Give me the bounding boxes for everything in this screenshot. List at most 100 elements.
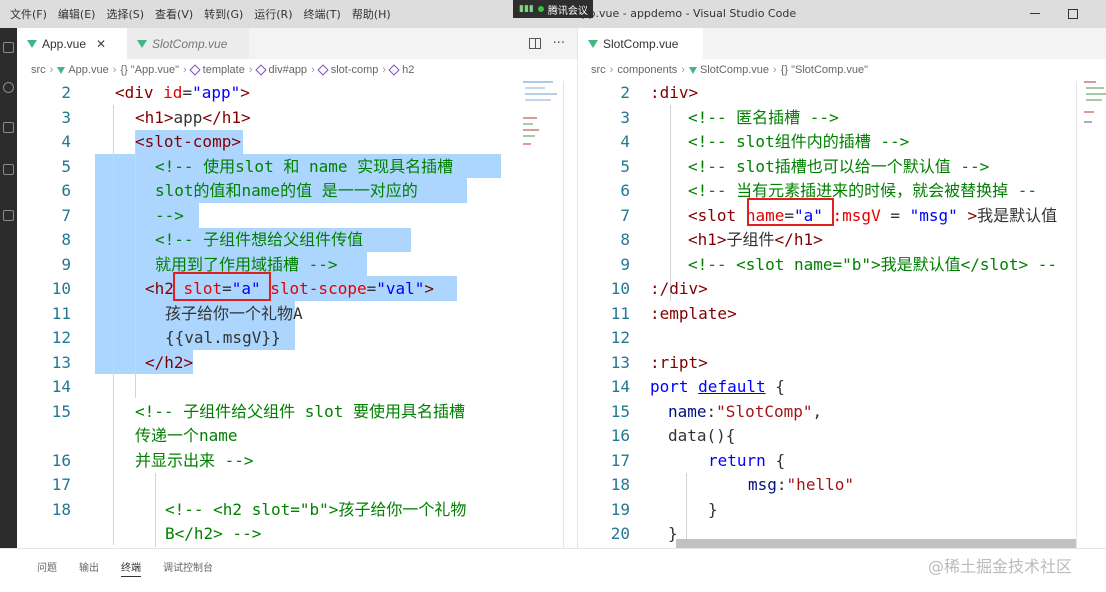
code-line: 11 孩子给你一个礼物A — [17, 302, 577, 327]
line-number: 19 — [610, 499, 630, 519]
tab-label: SlotComp.vue — [152, 36, 228, 51]
code-editor-right[interactable]: 2:div> 3 <!-- 匿名插槽 --> 4 <!-- slot组件内的插槽 -… — [578, 81, 1106, 548]
chevron-right-icon: › — [112, 64, 117, 76]
element-icon — [388, 64, 400, 76]
scrollbar-horizontal[interactable] — [676, 539, 1076, 548]
line-number: 6 — [61, 181, 71, 200]
breadcrumb-item[interactable]: components — [617, 64, 677, 76]
maximize-icon[interactable] — [1068, 9, 1078, 19]
code-line: 15 <!-- 子组件给父组件 slot 要使用具名插槽 — [17, 400, 577, 425]
vue-file-icon — [27, 39, 37, 48]
vue-file-icon — [57, 66, 66, 74]
breadcrumb-item[interactable]: src — [591, 64, 606, 76]
editor-actions: ··· — [528, 28, 565, 59]
meeting-badge[interactable]: ▮▮▮ 腾讯会议 — [513, 0, 593, 18]
scrollbar-vertical[interactable] — [1076, 81, 1077, 548]
code-line: 7 <slot name="a" :msgV = "msg" >我是默认值 — [578, 204, 1106, 229]
more-actions-icon[interactable]: ··· — [553, 36, 565, 51]
search-icon[interactable] — [3, 82, 14, 93]
minimap[interactable] — [523, 81, 563, 171]
code-text: <!-- <slot name="b">我是默认值</slot> -- — [688, 254, 1057, 274]
code-text: msg:"hello" — [748, 475, 854, 494]
code-line: 8 <!-- 子组件想给父组件传值 — [17, 228, 577, 253]
line-number: 14 — [610, 377, 630, 396]
menu-selection[interactable]: 选择(S) — [106, 6, 144, 22]
code-line: 11:emplate> — [578, 302, 1106, 327]
menu-edit[interactable]: 编辑(E) — [58, 6, 96, 22]
meeting-label: 腾讯会议 — [547, 5, 588, 17]
line-number: 13 — [51, 352, 71, 372]
line-number: 7 — [620, 205, 630, 225]
code-line: 9 <!-- <slot name="b">我是默认值</slot> -- — [578, 253, 1106, 278]
panel-tab-output[interactable]: 输出 — [79, 559, 99, 577]
panel-tab-problems[interactable]: 问题 — [37, 559, 57, 577]
source-control-icon[interactable] — [3, 122, 14, 133]
chevron-right-icon: › — [49, 64, 54, 76]
code-line: 4 <slot-comp> — [17, 130, 577, 155]
line-number: 10 — [51, 279, 71, 298]
tab-slotcomp-vue[interactable]: SlotComp.vue — [578, 28, 703, 59]
code-line: 传递一个name — [17, 424, 577, 449]
vue-file-icon — [688, 66, 697, 74]
menu-help[interactable]: 帮助(H) — [352, 6, 391, 22]
code-line: 12 {{val.msgV}} — [17, 326, 577, 351]
line-number: 16 — [610, 426, 630, 445]
tab-app-vue[interactable]: App.vue ✕ — [17, 28, 127, 59]
code-line: 5 <!-- slot插槽也可以给一个默认值 --> — [578, 155, 1106, 180]
editor-group-left: App.vue ✕ SlotComp.vue ··· src › App.vue… — [17, 28, 577, 548]
code-text: 孩子给你一个礼物A — [165, 303, 303, 323]
line-number: 15 — [51, 401, 71, 421]
minimap[interactable] — [1084, 81, 1106, 171]
menu-file[interactable]: 文件(F) — [10, 6, 47, 22]
menu-run[interactable]: 运行(R) — [254, 6, 292, 22]
code-text: :/div> — [650, 279, 708, 298]
code-text: 并显示出来 --> — [135, 450, 254, 470]
code-editor-left[interactable]: 2 <div id="app"> 3 <h1>app</h1> 4 <slot-com… — [17, 81, 577, 548]
code-line: 16 data(){ — [578, 424, 1106, 449]
line-number: 15 — [610, 401, 630, 421]
line-number: 6 — [620, 181, 630, 200]
line-number: 3 — [620, 107, 630, 127]
breadcrumb-item[interactable]: {} "SlotComp.vue" — [781, 64, 868, 76]
line-number: 13 — [610, 352, 630, 372]
run-debug-icon[interactable] — [3, 164, 14, 175]
extensions-icon[interactable] — [3, 210, 14, 221]
code-text: :emplate> — [650, 303, 737, 323]
code-line: 13 </h2> — [17, 351, 577, 376]
code-line: 3 <h1>app</h1> — [17, 106, 577, 131]
code-text: <h1>子组件</h1> — [688, 230, 823, 249]
activity-bar — [0, 28, 17, 548]
breadcrumb-item[interactable]: h2 — [388, 64, 414, 76]
split-editor-icon[interactable] — [528, 38, 541, 49]
code-text: slot的值和name的值 是一一对应的 — [155, 181, 418, 200]
minimize-icon[interactable] — [1030, 13, 1040, 14]
menu-go[interactable]: 转到(G) — [204, 6, 243, 22]
breadcrumb-item[interactable]: div#app — [254, 64, 307, 76]
tab-slotcomp-vue[interactable]: SlotComp.vue — [127, 28, 249, 59]
code-text: <slot-comp> — [135, 132, 241, 151]
menu-view[interactable]: 查看(V) — [155, 6, 193, 22]
code-line: 19} — [578, 498, 1106, 523]
watermark: @稀土掘金技术社区 — [928, 557, 1073, 576]
panel-tab-debug-console[interactable]: 调试控制台 — [163, 559, 213, 577]
line-number: 8 — [61, 230, 71, 249]
code-line: 7 --> — [17, 204, 577, 229]
scrollbar-vertical[interactable] — [563, 81, 564, 548]
code-text: data(){ — [668, 426, 736, 445]
chevron-right-icon: › — [182, 64, 187, 76]
breadcrumb-item[interactable]: slot-comp — [317, 64, 378, 76]
line-number: 7 — [61, 205, 71, 225]
breadcrumb-item[interactable]: SlotComp.vue — [688, 64, 769, 76]
code-line: 6 <!-- 当有元素插进来的时候，就会被替换掉 -- — [578, 179, 1106, 204]
breadcrumb-item[interactable]: template — [188, 64, 245, 76]
close-icon[interactable]: ✕ — [96, 37, 106, 51]
panel-tab-terminal[interactable]: 终端 — [121, 559, 141, 577]
code-text: <!-- 使用slot 和 name 实现具名插槽 — [155, 156, 454, 176]
explorer-icon[interactable] — [3, 42, 14, 53]
line-number: 4 — [61, 132, 71, 151]
breadcrumb-item[interactable]: App.vue — [57, 64, 109, 76]
menu-terminal[interactable]: 终端(T) — [304, 6, 341, 22]
breadcrumb-item[interactable]: {} "App.vue" — [120, 64, 179, 76]
breadcrumb-item[interactable]: src — [31, 64, 46, 76]
code-text: B</h2> --> — [165, 524, 262, 543]
